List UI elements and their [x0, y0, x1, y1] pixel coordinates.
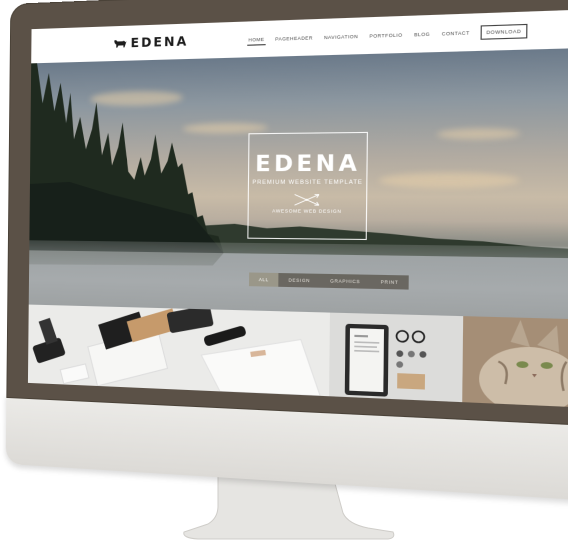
nav-home[interactable]: Home: [247, 34, 266, 46]
hero-title-box: EDENA PREMIUM WEBSITE TEMPLATE AWESOME W…: [247, 131, 368, 241]
bull-icon: [114, 39, 127, 48]
nav-pageheader[interactable]: Pageheader: [274, 33, 314, 44]
hero-tagline: AWESOME WEB DESIGN: [272, 208, 342, 214]
site-logo[interactable]: EDENA: [113, 34, 188, 51]
hero-title: EDENA: [255, 150, 361, 177]
monitor: EDENA Home Pageheader Navigation Portfol…: [5, 0, 568, 502]
arrows-ornament-icon: [290, 192, 323, 207]
main-nav: Home Pageheader Navigation Portfolio Blo…: [247, 23, 528, 47]
hero-section: EDENA PREMIUM WEBSITE TEMPLATE AWESOME W…: [28, 48, 568, 320]
desktop-mockup: EDENA Home Pageheader Navigation Portfol…: [0, 0, 568, 544]
portfolio-item-clipboard[interactable]: [329, 312, 464, 403]
nav-portfolio[interactable]: Portfolio: [368, 30, 403, 41]
nav-download-button[interactable]: Download: [480, 23, 528, 40]
nav-navigation[interactable]: Navigation: [323, 32, 360, 43]
nav-blog[interactable]: Blog: [413, 29, 431, 39]
filter-print[interactable]: Print: [370, 275, 409, 290]
nav-contact[interactable]: Contact: [441, 28, 471, 39]
filter-design[interactable]: Design: [279, 273, 321, 288]
logo-text: EDENA: [130, 34, 189, 51]
screen: EDENA Home Pageheader Navigation Portfol…: [27, 9, 568, 408]
portfolio-item-stationery[interactable]: [27, 304, 330, 397]
stationery-mockup-image: [27, 304, 330, 397]
portfolio-item-cat[interactable]: [462, 316, 568, 408]
clipboard-mockup-image: [329, 312, 464, 403]
hero-subtitle: PREMIUM WEBSITE TEMPLATE: [252, 179, 363, 186]
filter-all[interactable]: All: [248, 272, 279, 287]
filter-graphics[interactable]: Graphics: [320, 274, 370, 289]
cat-photo-image: [462, 316, 568, 408]
